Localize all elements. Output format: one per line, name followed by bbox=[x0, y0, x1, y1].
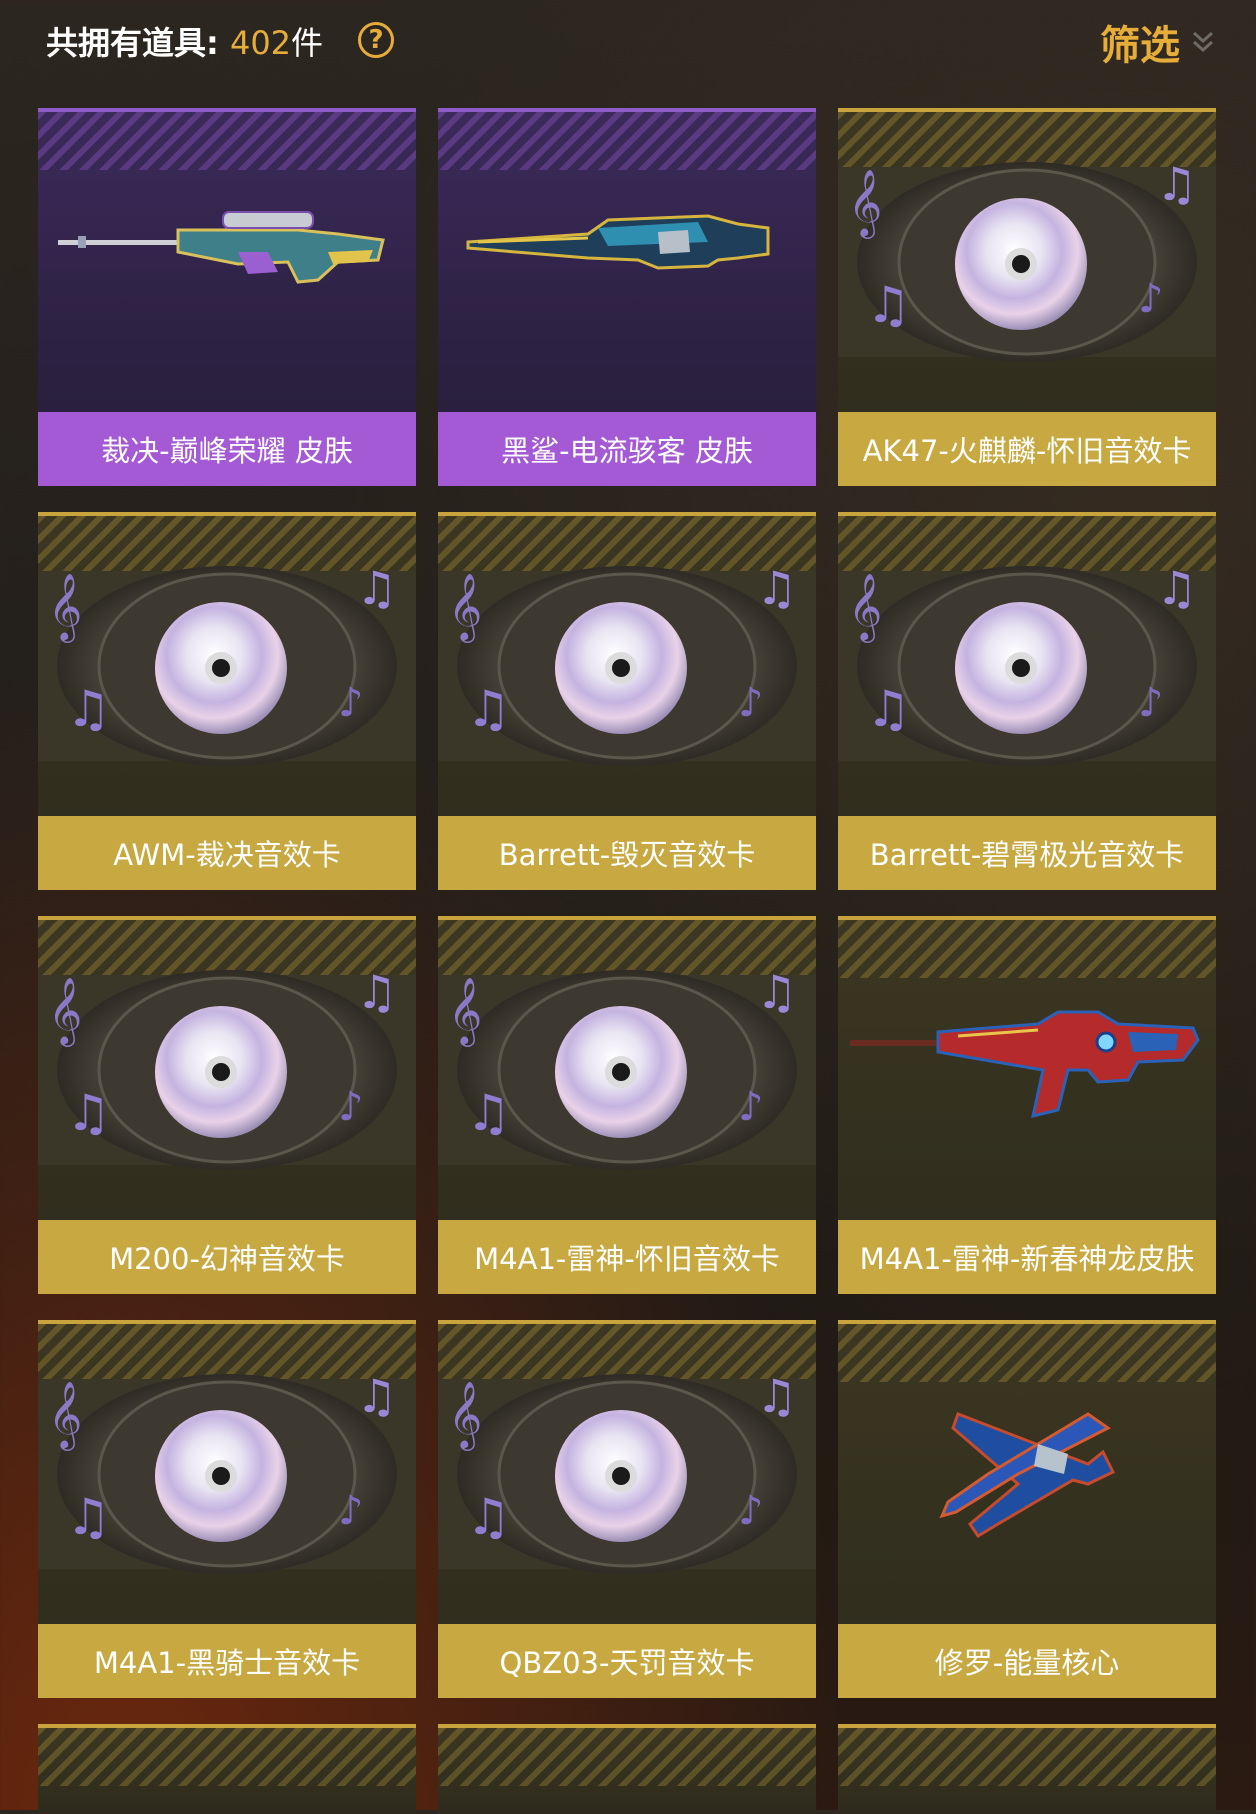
svg-text:♪: ♪ bbox=[738, 1084, 764, 1130]
item-card[interactable]: 修罗-能量核心 bbox=[838, 1320, 1216, 1698]
item-card[interactable]: 黑鲨-电流骇客 皮肤 bbox=[438, 108, 816, 486]
svg-text:♫: ♫ bbox=[756, 965, 797, 1019]
rifle-icon bbox=[466, 214, 770, 270]
svg-text:♫: ♫ bbox=[866, 276, 911, 334]
item-card-partial[interactable] bbox=[438, 1724, 816, 1814]
item-card[interactable]: 𝄞 ♫ ♫ ♪ QBZ03-天罚音效卡 bbox=[438, 1320, 816, 1698]
item-card-label: 修罗-能量核心 bbox=[838, 1624, 1216, 1698]
svg-text:𝄞: 𝄞 bbox=[48, 976, 82, 1047]
sound-card-icon: 𝄞 ♫ ♫ ♪ bbox=[38, 561, 416, 766]
sound-card-icon: 𝄞 ♫ ♫ ♪ bbox=[838, 157, 1216, 362]
svg-text:♫: ♫ bbox=[756, 561, 797, 615]
item-card[interactable]: 𝄞 ♫ ♫ ♪ Barrett-碧霄极光音效卡 bbox=[838, 512, 1216, 890]
item-card-label: M200-幻神音效卡 bbox=[38, 1220, 416, 1294]
sound-card-icon: 𝄞 ♫ ♫ ♪ bbox=[438, 561, 816, 766]
item-card-label: 黑鲨-电流骇客 皮肤 bbox=[438, 412, 816, 486]
item-card[interactable]: 𝄞 ♫ ♫ ♪ AK47-火麒麟-怀旧音效卡 bbox=[838, 108, 1216, 486]
item-card-label: M4A1-雷神-怀旧音效卡 bbox=[438, 1220, 816, 1294]
svg-text:♫: ♫ bbox=[756, 1369, 797, 1423]
svg-text:𝄞: 𝄞 bbox=[848, 168, 882, 239]
svg-text:♪: ♪ bbox=[1138, 680, 1164, 726]
svg-text:♫: ♫ bbox=[66, 1084, 111, 1142]
item-card-label: AK47-火麒麟-怀旧音效卡 bbox=[838, 412, 1216, 486]
svg-text:♪: ♪ bbox=[738, 1488, 764, 1534]
svg-text:♫: ♫ bbox=[356, 965, 397, 1019]
svg-text:♫: ♫ bbox=[466, 1488, 511, 1546]
filter-button[interactable]: 筛选 bbox=[1100, 14, 1216, 70]
item-card-partial[interactable] bbox=[838, 1724, 1216, 1814]
item-card[interactable]: 裁决-巅峰荣耀 皮肤 bbox=[38, 108, 416, 486]
svg-text:♫: ♫ bbox=[356, 561, 397, 615]
help-icon[interactable]: ? bbox=[358, 22, 394, 58]
svg-text:♫: ♫ bbox=[466, 1084, 511, 1142]
sound-card-icon: 𝄞 ♫ ♫ ♪ bbox=[838, 561, 1216, 766]
svg-text:♫: ♫ bbox=[466, 680, 511, 738]
sound-card-icon: 𝄞 ♫ ♫ ♪ bbox=[438, 965, 816, 1170]
item-card-label: M4A1-黑骑士音效卡 bbox=[38, 1624, 416, 1698]
item-card-partial[interactable] bbox=[38, 1724, 416, 1814]
svg-text:𝄞: 𝄞 bbox=[448, 1380, 482, 1451]
svg-text:♪: ♪ bbox=[738, 680, 764, 726]
svg-text:♫: ♫ bbox=[356, 1369, 397, 1423]
svg-text:♫: ♫ bbox=[1156, 561, 1197, 615]
item-card-label: Barrett-毁灭音效卡 bbox=[438, 816, 816, 890]
item-card-label: Barrett-碧霄极光音效卡 bbox=[838, 816, 1216, 890]
item-card[interactable]: 𝄞 ♫ ♫ ♪ AWM-裁决音效卡 bbox=[38, 512, 416, 890]
chevron-down-icon bbox=[1193, 31, 1213, 53]
item-card[interactable]: M4A1-雷神-新春神龙皮肤 bbox=[838, 916, 1216, 1294]
svg-text:𝄞: 𝄞 bbox=[48, 572, 82, 643]
svg-text:𝄞: 𝄞 bbox=[448, 976, 482, 1047]
inventory-header: 共拥有道具: 402件 ? 筛选 bbox=[0, 0, 1256, 88]
assault-rifle-icon bbox=[850, 1010, 1200, 1119]
svg-text:♫: ♫ bbox=[66, 680, 111, 738]
svg-text:♫: ♫ bbox=[66, 1488, 111, 1546]
sound-card-icon: 𝄞 ♫ ♫ ♪ bbox=[38, 1369, 416, 1574]
item-card[interactable]: 𝄞 ♫ ♫ ♪ M200-幻神音效卡 bbox=[38, 916, 416, 1294]
item-card[interactable]: 𝄞 ♫ ♫ ♪ Barrett-毁灭音效卡 bbox=[438, 512, 816, 890]
item-count-unit: 件 bbox=[291, 24, 324, 62]
sniper-rifle-icon bbox=[58, 211, 385, 284]
item-count-value: 402 bbox=[229, 24, 292, 62]
item-card-label: 裁决-巅峰荣耀 皮肤 bbox=[38, 412, 416, 486]
item-grid: 裁决-巅峰荣耀 皮肤 黑鲨-电流骇客 皮肤 𝄞 ♫ ♫ ♪ AK47-火麒麟-怀… bbox=[38, 108, 1218, 1814]
svg-text:𝄞: 𝄞 bbox=[448, 572, 482, 643]
sound-card-icon: 𝄞 ♫ ♫ ♪ bbox=[438, 1369, 816, 1574]
svg-text:𝄞: 𝄞 bbox=[848, 572, 882, 643]
item-count: 共拥有道具: 402件 bbox=[46, 18, 323, 64]
filter-label: 筛选 bbox=[1100, 23, 1180, 69]
item-card-label: M4A1-雷神-新春神龙皮肤 bbox=[838, 1220, 1216, 1294]
pistol-knife-icon bbox=[939, 1412, 1116, 1539]
item-card-label: AWM-裁决音效卡 bbox=[38, 816, 416, 890]
item-card[interactable]: 𝄞 ♫ ♫ ♪ M4A1-黑骑士音效卡 bbox=[38, 1320, 416, 1698]
svg-text:♪: ♪ bbox=[338, 1488, 364, 1534]
sound-card-icon: 𝄞 ♫ ♫ ♪ bbox=[38, 965, 416, 1170]
item-card-label: QBZ03-天罚音效卡 bbox=[438, 1624, 816, 1698]
item-count-label: 共拥有道具: bbox=[46, 24, 219, 62]
svg-text:♪: ♪ bbox=[338, 1084, 364, 1130]
item-card[interactable]: 𝄞 ♫ ♫ ♪ M4A1-雷神-怀旧音效卡 bbox=[438, 916, 816, 1294]
svg-text:♫: ♫ bbox=[1156, 157, 1197, 211]
svg-text:𝄞: 𝄞 bbox=[48, 1380, 82, 1451]
svg-text:♪: ♪ bbox=[338, 680, 364, 726]
svg-text:♫: ♫ bbox=[866, 680, 911, 738]
svg-text:♪: ♪ bbox=[1138, 276, 1164, 322]
